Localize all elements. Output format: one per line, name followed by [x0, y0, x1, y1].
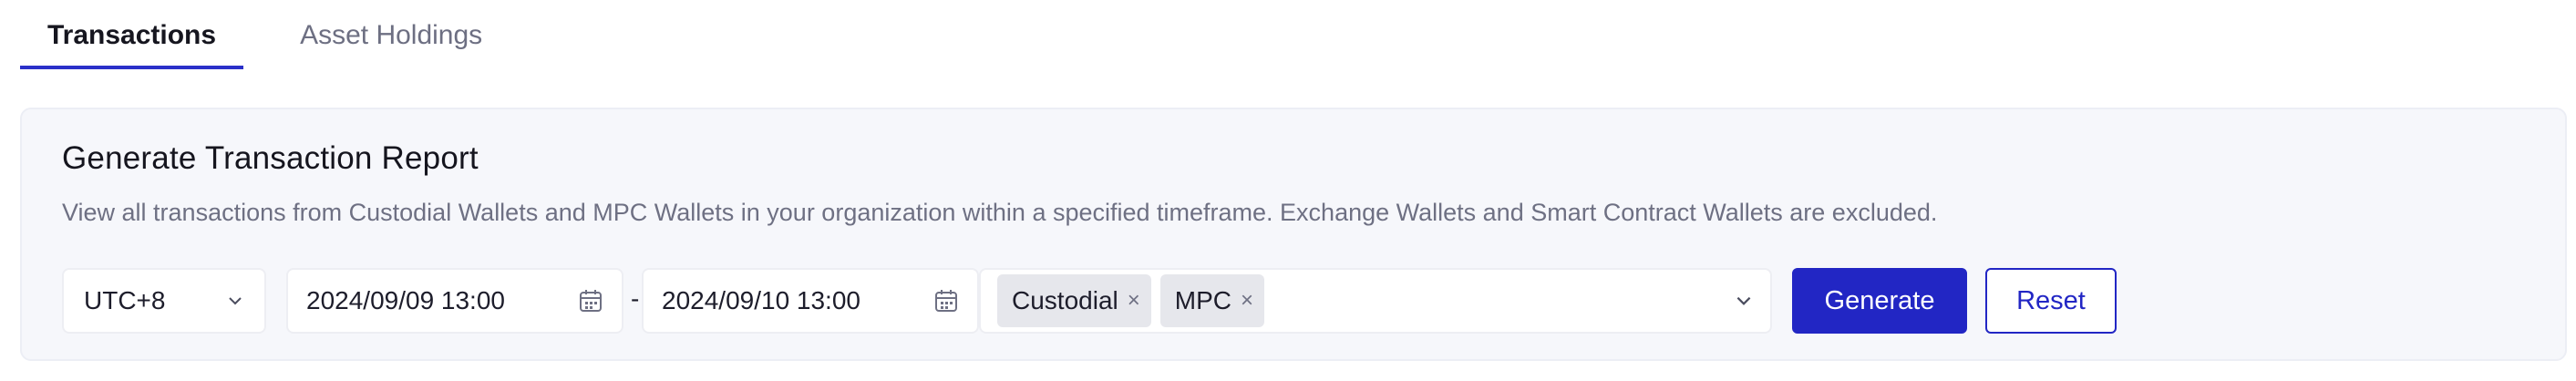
start-date-value: 2024/09/09 13:00 [306, 286, 505, 314]
timezone-value: UTC+8 [84, 286, 166, 314]
wallet-type-select[interactable]: Custodial × MPC × [979, 268, 1772, 334]
end-date-value: 2024/09/10 13:00 [662, 286, 860, 314]
chevron-down-icon [1734, 291, 1754, 311]
start-date-input[interactable]: 2024/09/09 13:00 [286, 268, 623, 334]
report-title: Generate Transaction Report [62, 140, 479, 176]
calendar-icon[interactable] [933, 288, 959, 314]
generate-button[interactable]: Generate [1792, 268, 1967, 334]
calendar-icon[interactable] [578, 288, 603, 314]
close-icon[interactable]: × [1241, 288, 1253, 314]
tab-transactions[interactable]: Transactions [20, 0, 244, 69]
wallet-tag-custodial: Custodial × [997, 274, 1151, 327]
tab-asset-holdings[interactable]: Asset Holdings [273, 0, 510, 69]
wallet-tag-label: MPC [1174, 286, 1231, 314]
wallet-tag-mpc: MPC × [1159, 274, 1264, 327]
report-description: View all transactions from Custodial Wal… [62, 199, 1938, 226]
reset-button[interactable]: Reset [1985, 268, 2117, 334]
wallet-type-tags: Custodial × MPC × [997, 274, 1264, 327]
date-range-separator: - [631, 284, 640, 313]
tab-bar: Transactions Asset Holdings [20, 0, 510, 69]
chevron-down-icon [226, 292, 244, 310]
close-icon[interactable]: × [1128, 288, 1140, 314]
report-panel: Generate Transaction Report View all tra… [20, 108, 2567, 361]
wallet-tag-label: Custodial [1012, 286, 1118, 314]
timezone-select[interactable]: UTC+8 [62, 268, 266, 334]
end-date-input[interactable]: 2024/09/10 13:00 [642, 268, 979, 334]
